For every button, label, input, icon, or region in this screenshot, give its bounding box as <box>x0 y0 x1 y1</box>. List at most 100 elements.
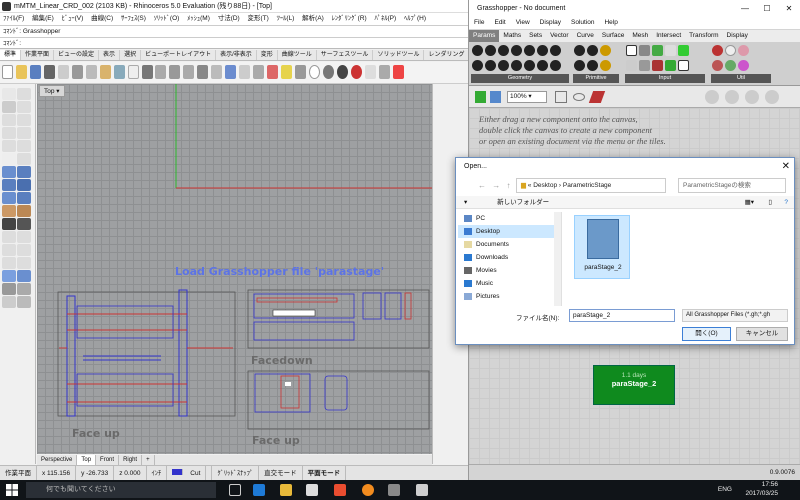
grid-snap-icon[interactable] <box>253 65 265 79</box>
gh-zoom-extents-icon[interactable] <box>555 91 567 103</box>
tab-cplanes[interactable]: 作業平面 <box>21 50 55 60</box>
select-icon[interactable] <box>267 65 279 79</box>
gh-tab-sets[interactable]: Sets <box>525 30 546 42</box>
mirror-icon[interactable] <box>2 257 16 269</box>
rhino-menu-help[interactable]: ﾍﾙﾌﾟ(H) <box>404 15 426 22</box>
tree-item-music[interactable]: Music <box>458 277 561 290</box>
tab-surface-tools[interactable]: サーフェスツール <box>317 50 374 60</box>
cplane-icon[interactable] <box>239 65 251 79</box>
circle-icon[interactable] <box>17 114 31 126</box>
file-explorer-icon[interactable] <box>280 484 292 496</box>
undo-icon[interactable] <box>113 65 125 79</box>
tree-item-pictures[interactable]: Pictures <box>458 290 561 303</box>
properties-icon[interactable] <box>364 65 376 79</box>
tree-scrollbar[interactable] <box>554 212 561 306</box>
gh-fitness-icon[interactable] <box>712 60 723 71</box>
gh-menu-display[interactable]: Display <box>540 19 561 26</box>
gh-zoom-field[interactable]: 100% ▾ <box>507 91 547 103</box>
gh-md-slider-icon[interactable] <box>652 60 663 71</box>
rhino-menu-dimension[interactable]: 寸法(D) <box>218 15 240 22</box>
surface-icon[interactable] <box>2 166 16 178</box>
gh-field-param-icon[interactable] <box>524 60 535 71</box>
explode-icon[interactable] <box>17 218 31 230</box>
rotate-view-icon[interactable] <box>141 65 153 79</box>
arc-icon[interactable] <box>2 127 16 139</box>
gh-jump-icon[interactable] <box>738 45 749 56</box>
rhino-menu-edit[interactable]: 編集(E) <box>32 15 54 22</box>
split-icon[interactable] <box>17 205 31 217</box>
filetype-select[interactable]: All Grasshopper Files (*.gh;*.gh <box>682 309 788 322</box>
rotate-icon[interactable] <box>2 244 16 256</box>
search-field[interactable]: ParametricStageの検索 <box>678 178 786 193</box>
vp-tab-front[interactable]: Front <box>96 455 120 465</box>
vp-tab-perspective[interactable]: Perspective <box>37 455 78 465</box>
new-folder-button[interactable]: 新しいフォルダー <box>497 199 549 206</box>
gh-curve-param-icon[interactable] <box>524 45 535 56</box>
gh-button-icon[interactable] <box>665 45 676 56</box>
viewport-label[interactable]: Top ▾ <box>39 85 65 97</box>
zoom-selected-icon[interactable] <box>197 65 209 79</box>
print-icon[interactable] <box>43 65 55 79</box>
move-icon[interactable] <box>2 231 16 243</box>
view-options-icon[interactable]: ▦▾ <box>745 196 754 209</box>
gh-tab-intersect[interactable]: Intersect <box>652 30 685 42</box>
language-indicator[interactable]: ENG <box>718 480 732 500</box>
rectangle-icon[interactable] <box>2 140 16 152</box>
vp-tab-right[interactable]: Right <box>119 455 143 465</box>
gh-surface-param-icon[interactable] <box>498 60 509 71</box>
taskbar-search[interactable]: 何でも聞いてください <box>26 482 216 498</box>
gh-integer-icon[interactable] <box>587 45 598 56</box>
ellipse-icon[interactable] <box>17 127 31 139</box>
gh-file-icon[interactable] <box>475 91 486 103</box>
undo-view-icon[interactable] <box>211 65 223 79</box>
save-icon[interactable] <box>29 65 41 79</box>
forward-arrow-icon[interactable]: → <box>492 181 500 190</box>
cancel-button[interactable]: キャンセル <box>736 327 788 341</box>
gh-menu-solution[interactable]: Solution <box>571 19 595 26</box>
tree-item-movies[interactable]: Movies <box>458 264 561 277</box>
gh-preview-wire-icon[interactable] <box>705 90 719 104</box>
edge-icon[interactable] <box>253 484 265 496</box>
rhino-menu-view[interactable]: ﾋﾞｭｰ(V) <box>62 15 84 22</box>
rhino-taskbar-icon[interactable] <box>388 484 400 496</box>
help-icon[interactable] <box>392 65 404 79</box>
cut-icon[interactable] <box>71 65 83 79</box>
tree-item-documents[interactable]: Documents <box>458 238 561 251</box>
gh-group-param-icon[interactable] <box>550 60 561 71</box>
gh-tab-maths[interactable]: Maths <box>499 30 525 42</box>
layer-icon[interactable] <box>295 65 307 79</box>
gh-vector-param-icon[interactable] <box>511 60 522 71</box>
gh-data-recorder-icon[interactable] <box>725 60 736 71</box>
gh-scribble-icon[interactable] <box>725 45 736 56</box>
analyze-icon[interactable] <box>17 270 31 282</box>
paste-icon[interactable] <box>99 65 111 79</box>
new-file-icon[interactable] <box>2 65 13 79</box>
help-icon[interactable]: ? <box>784 196 788 209</box>
hide-icon[interactable] <box>2 296 16 308</box>
boolean-icon[interactable] <box>17 192 31 204</box>
gh-tab-curve[interactable]: Curve <box>573 30 598 42</box>
command-prompt[interactable]: ｺﾏﾝﾄﾞ: <box>0 37 468 49</box>
gh-tab-transform[interactable]: Transform <box>685 30 722 42</box>
gh-number-icon[interactable] <box>600 45 611 56</box>
tree-item-desktop[interactable]: Desktop <box>458 225 561 238</box>
zoom-window-icon[interactable] <box>169 65 181 79</box>
gh-boolean-icon[interactable] <box>574 45 585 56</box>
gh-tab-vector[interactable]: Vector <box>546 30 572 42</box>
windows-start-icon[interactable] <box>6 484 18 496</box>
organize-button[interactable]: ▾ <box>464 199 467 206</box>
gh-toggle-icon[interactable] <box>652 45 663 56</box>
scale-icon[interactable] <box>17 244 31 256</box>
gh-line-param-icon[interactable] <box>537 45 548 56</box>
copy-icon[interactable] <box>85 65 97 79</box>
gh-menu-view[interactable]: View <box>516 19 530 26</box>
options-icon[interactable] <box>378 65 390 79</box>
four-view-icon[interactable] <box>225 65 237 79</box>
pan-hand-icon[interactable] <box>127 65 139 79</box>
tab-solid-tools[interactable]: ソリッドツール <box>373 50 425 60</box>
rhino-menu-transform[interactable]: 変形(T) <box>248 15 269 22</box>
firefox-icon[interactable] <box>362 484 374 496</box>
rhino-menu-render[interactable]: ﾚﾝﾀﾞﾘﾝｸﾞ(R) <box>332 15 367 22</box>
rhino-menu-surface[interactable]: ｻｰﾌｪｽ(S) <box>121 15 146 22</box>
gh-gradient-icon[interactable] <box>626 60 637 71</box>
